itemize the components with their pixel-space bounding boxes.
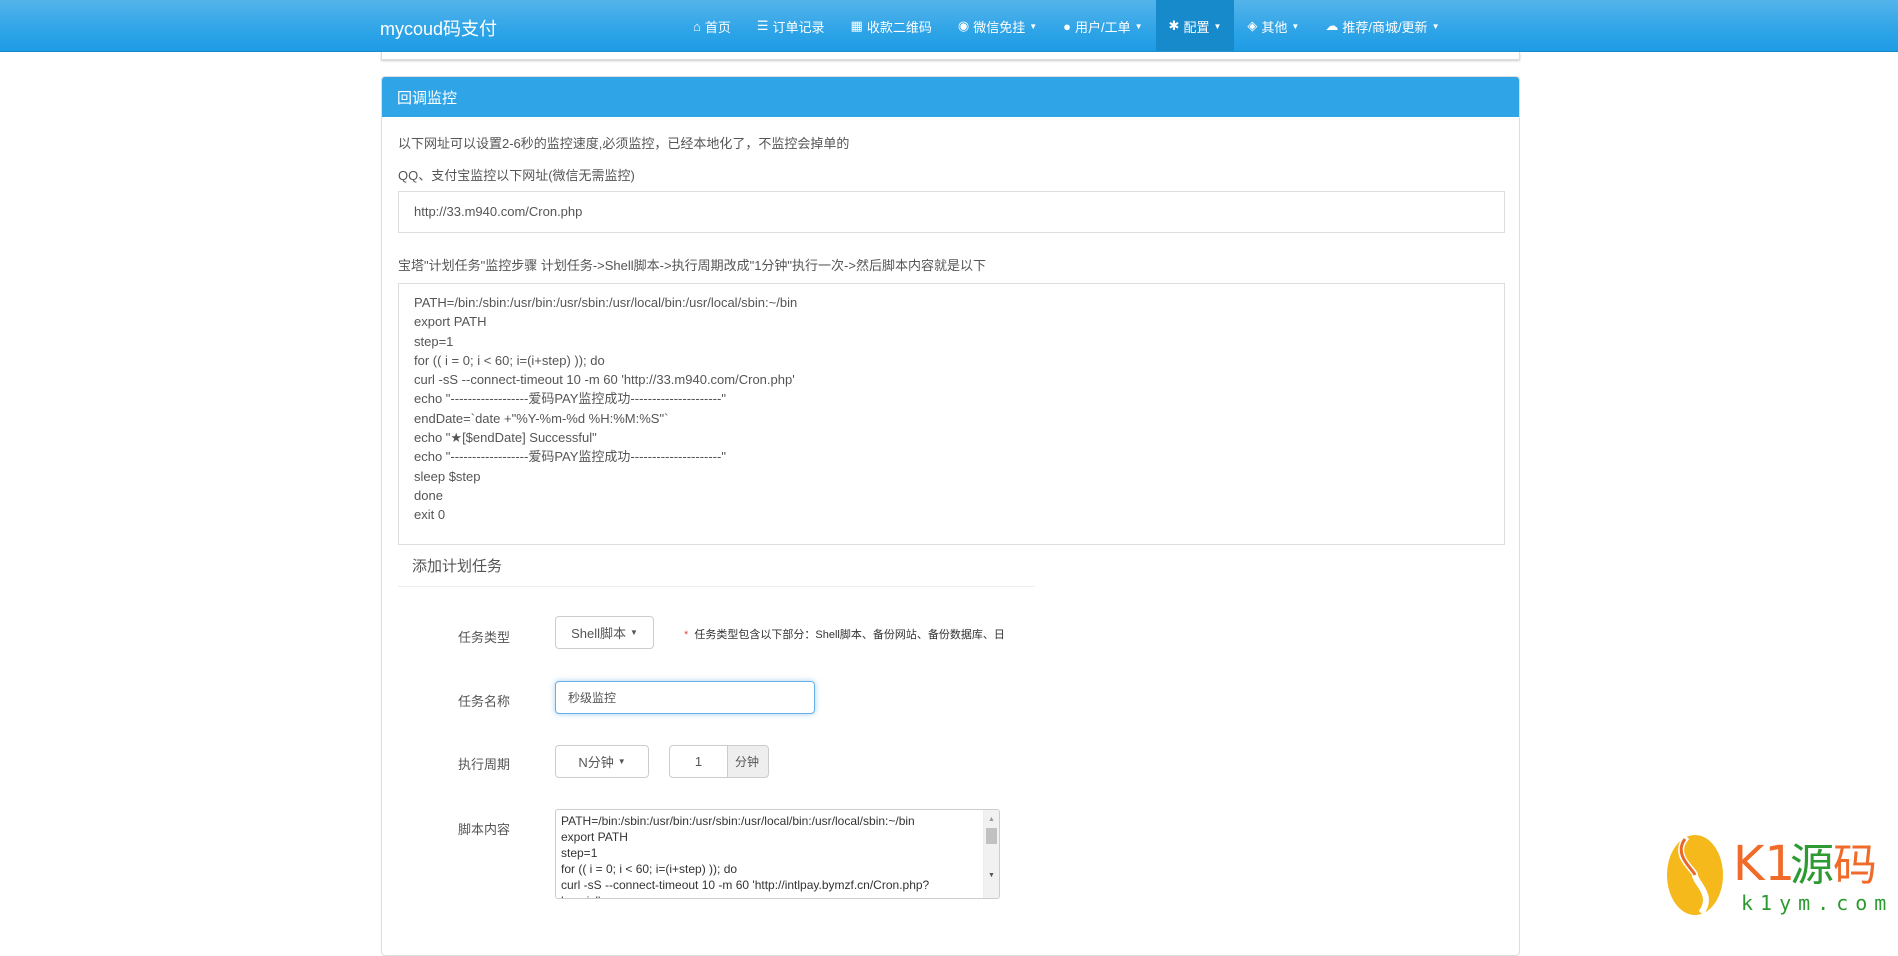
nav-item-4[interactable]: ● 用户/工单 ▼ bbox=[1050, 0, 1155, 52]
code-line: endDate=`date +"%Y-%m-%d %H:%M:%S"` bbox=[414, 410, 669, 426]
code-line: echo "★[$endDate] Successful" bbox=[414, 430, 597, 446]
required-star: * bbox=[684, 629, 689, 641]
script-label: 脚本内容 bbox=[458, 822, 511, 837]
divider bbox=[398, 586, 1035, 587]
task-type-select[interactable]: Shell脚本 ▼ bbox=[555, 616, 654, 649]
script-code-block: PATH=/bin:/sbin:/usr/bin:/usr/sbin:/usr/… bbox=[398, 283, 1505, 545]
nav-item-label: 订单记录 bbox=[772, 19, 825, 35]
nav-item-label: 微信免挂 bbox=[973, 19, 1026, 35]
period-label: 执行周期 bbox=[458, 757, 511, 772]
user-icon: ● bbox=[1063, 18, 1071, 34]
svg-text:k1ym.com: k1ym.com bbox=[1741, 891, 1890, 915]
code-line: for (( i = 0; i < 60; i=(i+step) )); do bbox=[414, 352, 605, 368]
code-line: exit 0 bbox=[414, 507, 446, 523]
nav-item-label: 其他 bbox=[1261, 19, 1288, 35]
home-icon: ⌂ bbox=[693, 18, 701, 34]
task-type-value: Shell脚本 bbox=[571, 626, 626, 641]
info-line-1: 以下网址可以设置2-6秒的监控速度,必须监控，已经本地化了，不监控会掉单的 bbox=[398, 136, 850, 151]
caret-down-icon: ▼ bbox=[617, 757, 626, 766]
nav-item-3[interactable]: ◉ 微信免挂 ▼ bbox=[945, 0, 1050, 52]
task-name-label: 任务名称 bbox=[458, 694, 511, 709]
caret-down-icon: ▼ bbox=[1291, 21, 1300, 31]
gear-icon: ✱ bbox=[1168, 18, 1180, 33]
svg-text:码: 码 bbox=[1833, 840, 1877, 891]
caret-down-icon: ▼ bbox=[630, 628, 638, 637]
top-strip bbox=[381, 52, 1520, 60]
code-line: curl -sS --connect-timeout 10 -m 60 'htt… bbox=[414, 372, 795, 388]
monitor-url-box: http://33.m940.com/Cron.php bbox=[398, 191, 1505, 233]
caret-down-icon: ▼ bbox=[1134, 21, 1143, 31]
code-line: echo "------------------爱码PAY监控成功-------… bbox=[414, 391, 726, 407]
minutes-unit-addon: 分钟 bbox=[727, 745, 769, 778]
nav-item-2[interactable]: ▦ 收款二维码 bbox=[838, 0, 945, 52]
hint-text: 任务类型包含以下部分：Shell脚本、备份网站、备份数据库、日 bbox=[694, 629, 1005, 641]
nav-item-6[interactable]: ◈ 其他 ▼ bbox=[1234, 0, 1312, 52]
script-textarea[interactable]: PATH=/bin:/sbin:/usr/bin:/usr/sbin:/usr/… bbox=[555, 809, 1000, 899]
monitor-url: http://33.m940.com/Cron.php bbox=[414, 204, 583, 219]
list-icon: ☰ bbox=[756, 18, 769, 33]
nav-item-label: 配置 bbox=[1183, 19, 1210, 35]
info-line-3: 宝塔"计划任务"监控步骤 计划任务->Shell脚本->执行周期改成"1分钟"执… bbox=[398, 258, 986, 273]
nav-item-label: 推荐/商城/更新 bbox=[1342, 19, 1428, 35]
period-value: N分钟 bbox=[578, 755, 614, 770]
textarea-scrollbar[interactable]: ▲ ▼ bbox=[983, 810, 999, 898]
cloud-icon: ☁ bbox=[1325, 18, 1339, 33]
code-line: step=1 bbox=[414, 333, 454, 349]
code-line: PATH=/bin:/sbin:/usr/bin:/usr/sbin:/usr/… bbox=[414, 295, 798, 310]
svg-text:源: 源 bbox=[1790, 840, 1834, 891]
nav-menu: ⌂ 首页 ☰ 订单记录 ▦ 收款二维码 ◉ 微信免挂 ▼ ● 用户/工单 ▼ ✱ 配置 ▼ ◈ 其他 ▼ ☁ 推荐/商… bbox=[680, 0, 1452, 52]
cube-icon: ◈ bbox=[1247, 18, 1258, 33]
brand[interactable]: mycoud码支付 bbox=[380, 15, 497, 41]
task-type-label: 任务类型 bbox=[458, 630, 511, 645]
nav-item-7[interactable]: ☁ 推荐/商城/更新 ▼ bbox=[1312, 0, 1452, 52]
task-type-hint: * 任务类型包含以下部分：Shell脚本、备份网站、备份数据库、日 bbox=[684, 626, 1005, 642]
nav-item-label: 首页 bbox=[704, 19, 731, 35]
nav-item-1[interactable]: ☰ 订单记录 bbox=[744, 0, 838, 52]
callback-monitor-panel: 回调监控 以下网址可以设置2-6秒的监控速度,必须监控，已经本地化了，不监控会掉… bbox=[381, 76, 1520, 956]
task-name-input[interactable]: 秒级监控 bbox=[555, 681, 815, 714]
period-select[interactable]: N分钟 ▼ bbox=[555, 745, 649, 778]
qrcode-icon: ▦ bbox=[850, 18, 863, 33]
navbar: mycoud码支付 ⌂ 首页 ☰ 订单记录 ▦ 收款二维码 ◉ 微信免挂 ▼ ● 用户/工单 ▼ ✱ 配置… bbox=[0, 0, 1898, 52]
k1ym-watermark-logo: K1 源 码 k1ym.com bbox=[1665, 825, 1890, 925]
panel-title: 回调监控 bbox=[382, 77, 1519, 117]
svg-text:K1: K1 bbox=[1733, 836, 1795, 892]
info-line-2: QQ、支付宝监控以下网址(微信无需监控) bbox=[398, 168, 635, 183]
code-line: echo "------------------爱码PAY监控成功-------… bbox=[414, 449, 726, 465]
caret-down-icon: ▼ bbox=[1029, 21, 1038, 31]
form-heading: 添加计划任务 bbox=[412, 558, 503, 575]
nav-item-0[interactable]: ⌂ 首页 bbox=[680, 0, 744, 52]
code-line: done bbox=[414, 487, 443, 503]
minutes-input[interactable]: 1 bbox=[669, 745, 728, 778]
nav-item-5[interactable]: ✱ 配置 ▼ bbox=[1155, 0, 1235, 52]
code-line: sleep $step bbox=[414, 468, 481, 484]
script-text: PATH=/bin:/sbin:/usr/bin:/usr/sbin:/usr/… bbox=[561, 814, 930, 898]
nav-item-label: 收款二维码 bbox=[866, 19, 932, 35]
wechat-icon: ◉ bbox=[957, 18, 970, 33]
caret-down-icon: ▼ bbox=[1431, 21, 1440, 31]
code-line: export PATH bbox=[414, 314, 487, 330]
nav-item-label: 用户/工单 bbox=[1075, 19, 1131, 35]
caret-down-icon: ▼ bbox=[1213, 21, 1222, 31]
